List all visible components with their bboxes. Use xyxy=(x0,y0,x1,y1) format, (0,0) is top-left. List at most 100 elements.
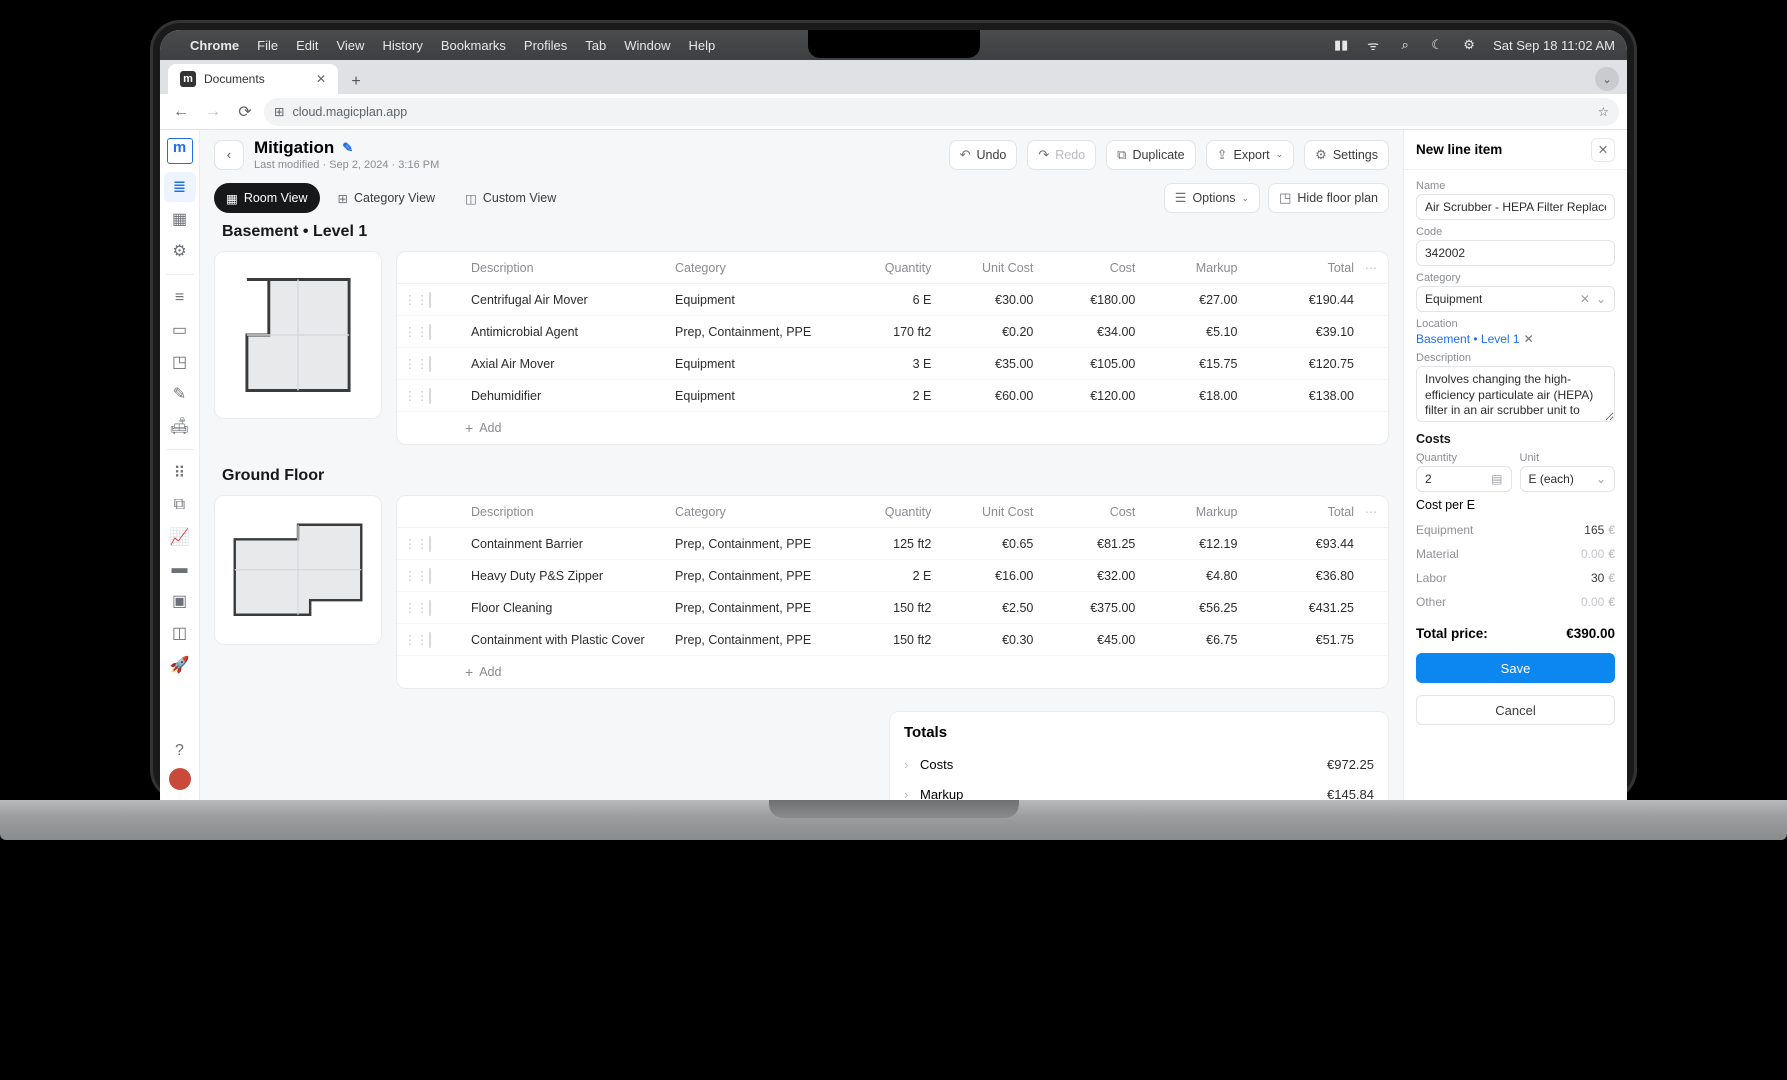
drag-handle-icon[interactable]: ⋮⋮ xyxy=(403,632,429,647)
panel-close-button[interactable]: ✕ xyxy=(1591,138,1615,162)
floorplan-thumbnail[interactable] xyxy=(214,495,382,645)
save-button[interactable]: Save xyxy=(1416,653,1615,683)
view-tab-room[interactable]: ▦Room View xyxy=(214,183,320,213)
menubar-app-name[interactable]: Chrome xyxy=(190,38,239,53)
code-input[interactable] xyxy=(1416,240,1615,266)
name-input[interactable] xyxy=(1416,194,1615,220)
site-info-icon[interactable]: ⊞ xyxy=(274,104,284,119)
floorplan-thumbnail[interactable] xyxy=(214,251,382,419)
nav-settings-icon[interactable]: ⚙ xyxy=(164,236,196,266)
table-row[interactable]: ⋮⋮Floor CleaningPrep, Containment, PPE15… xyxy=(397,592,1388,624)
back-button[interactable]: ← xyxy=(168,99,194,125)
nav-floor-icon[interactable]: ≡ xyxy=(164,283,196,313)
drag-handle-icon[interactable]: ⋮⋮ xyxy=(403,600,429,615)
drag-handle-icon[interactable]: ⋮⋮ xyxy=(403,356,429,371)
app-logo[interactable]: m xyxy=(167,138,193,164)
quantity-input[interactable]: 2 ▤ xyxy=(1416,466,1512,492)
menubar-file[interactable]: File xyxy=(257,38,278,53)
table-row[interactable]: ⋮⋮Heavy Duty P&S ZipperPrep, Containment… xyxy=(397,560,1388,592)
add-row-button[interactable]: +Add xyxy=(397,656,1388,688)
hide-floorplan-button[interactable]: ◳Hide floor plan xyxy=(1268,183,1389,213)
search-spotlight-icon[interactable]: ⌕ xyxy=(1397,37,1413,53)
menubar-datetime[interactable]: Sat Sep 18 11:02 AM xyxy=(1493,38,1615,53)
nav-photo-icon[interactable]: ◫ xyxy=(164,618,196,648)
options-button[interactable]: ☰Options⌄ xyxy=(1164,183,1260,213)
table-row[interactable]: ⋮⋮Axial Air MoverEquipment3 E€35.00€105.… xyxy=(397,348,1388,380)
unit-select[interactable]: E (each) ⌄ xyxy=(1520,466,1616,492)
nav-furniture-icon[interactable]: 🛋 xyxy=(164,411,196,441)
expand-icon[interactable]: › xyxy=(904,757,920,772)
nav-chart-icon[interactable]: 📈 xyxy=(164,522,196,552)
view-tab-custom[interactable]: ◫Custom View xyxy=(453,183,568,213)
back-page-button[interactable]: ‹ xyxy=(214,140,244,170)
drag-handle-icon[interactable]: ⋮⋮ xyxy=(403,536,429,551)
nav-list-icon[interactable]: ≣ xyxy=(164,172,196,202)
user-avatar[interactable] xyxy=(169,768,191,790)
drag-handle-icon[interactable]: ⋮⋮ xyxy=(403,324,429,339)
menubar-help[interactable]: Help xyxy=(689,38,716,53)
nav-people-icon[interactable]: ⠿ xyxy=(164,458,196,488)
duplicate-button[interactable]: ⧉Duplicate xyxy=(1106,140,1195,170)
row-checkbox[interactable] xyxy=(429,536,431,552)
wifi-icon[interactable]: ᯤ xyxy=(1365,37,1381,53)
row-checkbox[interactable] xyxy=(429,324,431,340)
reload-button[interactable]: ⟳ xyxy=(232,99,258,125)
row-checkbox[interactable] xyxy=(429,632,431,648)
table-row[interactable]: ⋮⋮Centrifugal Air MoverEquipment6 E€30.0… xyxy=(397,284,1388,316)
nav-pencil-icon[interactable]: ✎ xyxy=(164,379,196,409)
menubar-bookmarks[interactable]: Bookmarks xyxy=(441,38,506,53)
address-bar[interactable]: ⊞ cloud.magicplan.app ☆ xyxy=(264,98,1619,126)
cost-row[interactable]: Equipment165€ xyxy=(1416,518,1615,542)
table-row[interactable]: ⋮⋮Containment with Plastic CoverPrep, Co… xyxy=(397,624,1388,656)
table-row[interactable]: ⋮⋮Antimicrobial AgentPrep, Containment, … xyxy=(397,316,1388,348)
control-center-icon[interactable]: ⚙ xyxy=(1461,37,1477,53)
tab-close-icon[interactable]: ✕ xyxy=(316,72,326,86)
cost-row[interactable]: Labor30€ xyxy=(1416,566,1615,590)
cost-row[interactable]: Material0.00€ xyxy=(1416,542,1615,566)
menubar-history[interactable]: History xyxy=(382,38,422,53)
nav-help-icon[interactable]: ? xyxy=(164,736,196,766)
calculator-icon[interactable]: ▤ xyxy=(1491,472,1502,486)
new-tab-button[interactable]: + xyxy=(344,70,368,94)
row-checkbox[interactable] xyxy=(429,388,431,404)
row-checkbox[interactable] xyxy=(429,568,431,584)
chip-remove-icon[interactable]: ✕ xyxy=(1524,332,1534,346)
expand-icon[interactable]: › xyxy=(904,787,920,801)
nav-card-icon[interactable]: ▬ xyxy=(164,554,196,584)
drag-handle-icon[interactable]: ⋮⋮ xyxy=(403,568,429,583)
row-checkbox[interactable] xyxy=(429,356,431,372)
description-textarea[interactable] xyxy=(1416,366,1615,422)
edit-title-icon[interactable]: ✎ xyxy=(342,140,353,156)
nav-sheet-icon[interactable]: ▭ xyxy=(164,315,196,345)
category-select[interactable]: Equipment ✕⌄ xyxy=(1416,286,1615,312)
menubar-profiles[interactable]: Profiles xyxy=(524,38,567,53)
nav-grid-icon[interactable]: ▦ xyxy=(164,204,196,234)
cost-row[interactable]: Other0.00€ xyxy=(1416,590,1615,614)
chevron-down-icon[interactable]: ⌄ xyxy=(1596,472,1606,486)
nav-frame-icon[interactable]: ⧉ xyxy=(164,490,196,520)
menubar-edit[interactable]: Edit xyxy=(296,38,318,53)
cancel-button[interactable]: Cancel xyxy=(1416,695,1615,725)
undo-button[interactable]: ↶Undo xyxy=(949,140,1018,170)
drag-handle-icon[interactable]: ⋮⋮ xyxy=(403,292,429,307)
nav-box-icon[interactable]: ◳ xyxy=(164,347,196,377)
nav-rocket-icon[interactable]: 🚀 xyxy=(164,650,196,680)
table-row[interactable]: ⋮⋮Containment BarrierPrep, Containment, … xyxy=(397,528,1388,560)
menubar-tab[interactable]: Tab xyxy=(585,38,606,53)
menubar-window[interactable]: Window xyxy=(624,38,670,53)
table-row[interactable]: ⋮⋮DehumidifierEquipment2 E€60.00€120.00€… xyxy=(397,380,1388,412)
nav-layers-icon[interactable]: ▣ xyxy=(164,586,196,616)
add-row-button[interactable]: +Add xyxy=(397,412,1388,444)
row-checkbox[interactable] xyxy=(429,600,431,616)
bookmark-star-icon[interactable]: ☆ xyxy=(1598,104,1609,119)
col-more[interactable]: ⋯ xyxy=(1360,260,1382,275)
tab-overflow-button[interactable]: ⌄ xyxy=(1595,67,1619,91)
col-more[interactable]: ⋯ xyxy=(1360,504,1382,519)
drag-handle-icon[interactable]: ⋮⋮ xyxy=(403,388,429,403)
location-chip[interactable]: Basement • Level 1✕ xyxy=(1416,332,1534,346)
do-not-disturb-icon[interactable]: ☾ xyxy=(1429,37,1445,53)
view-tab-category[interactable]: ⊞Category View xyxy=(326,183,448,213)
settings-button[interactable]: ⚙Settings xyxy=(1304,140,1389,170)
export-button[interactable]: ⇪Export⌄ xyxy=(1206,140,1295,170)
chevron-down-icon[interactable]: ⌄ xyxy=(1596,292,1606,306)
